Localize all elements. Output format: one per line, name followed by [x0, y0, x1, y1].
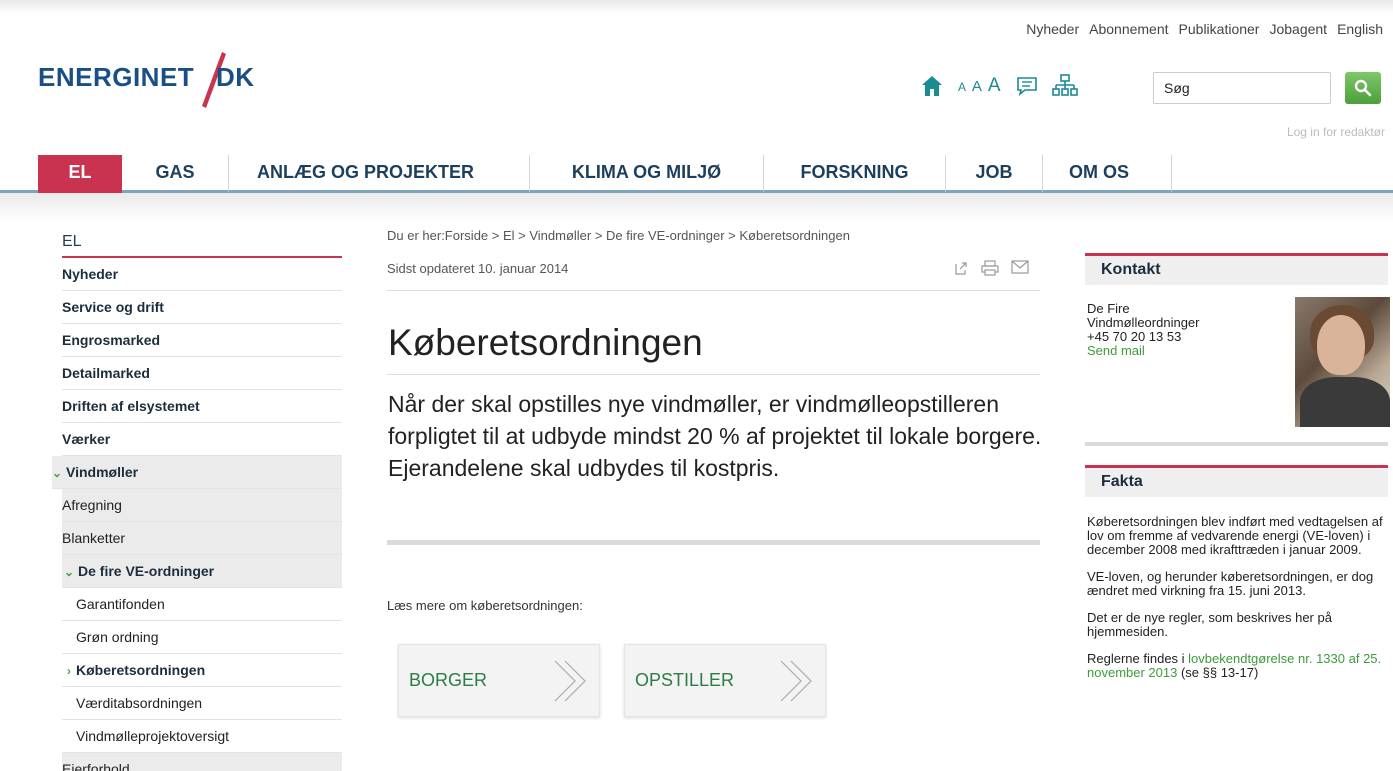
- utility-nav: Nyheder Abonnement Publikationer Jobagen…: [1026, 21, 1383, 37]
- photo-body: [1300, 377, 1390, 427]
- sidebar-item-blanketter[interactable]: Blanketter: [62, 522, 342, 555]
- tab-job[interactable]: JOB: [946, 155, 1043, 193]
- fakta-text-post: (se §§ 13-17): [1177, 665, 1259, 680]
- sidebar-item-engrosmarked[interactable]: Engrosmarked: [62, 324, 342, 357]
- login-link[interactable]: Log in for redaktør: [1287, 125, 1385, 139]
- sidebar-item-service-og-drift[interactable]: Service og drift: [62, 291, 342, 324]
- tool-icons: A A A: [920, 74, 1078, 98]
- share-icon[interactable]: [953, 260, 969, 276]
- fakta-text: Køberetsordningen blev indført med vedta…: [1087, 515, 1390, 693]
- search-icon: [1354, 79, 1372, 97]
- sidebar-item-de-fire-ve-ordninger[interactable]: ⌄ De fire VE-ordninger: [62, 555, 342, 588]
- tab-anlaeg-og-projekter[interactable]: ANLÆG OG PROJEKTER: [229, 155, 530, 193]
- main-nav: EL GAS ANLÆG OG PROJEKTER KLIMA OG MILJØ…: [0, 155, 1393, 193]
- tab-forskning[interactable]: FORSKNING: [764, 155, 946, 193]
- sidebar-item-label: Køberetsordningen: [76, 662, 206, 678]
- tab-gas[interactable]: GAS: [122, 155, 229, 193]
- sidebar-item-afregning[interactable]: Afregning: [62, 489, 342, 522]
- fakta-paragraph: Reglerne findes i lovbekendtgørelse nr. …: [1087, 652, 1390, 680]
- nav-spacer-right: [1172, 155, 1393, 193]
- tab-klima-og-miljoe[interactable]: KLIMA OG MILJØ: [530, 155, 764, 193]
- logo-text-left: ENERGINET: [38, 62, 195, 92]
- double-chevron-right-icon: [780, 660, 812, 702]
- sidebar-item-vindmoeller[interactable]: ⌄ Vindmøller: [52, 456, 342, 489]
- email-icon[interactable]: [1011, 260, 1029, 274]
- font-large[interactable]: A: [988, 75, 1002, 96]
- contact-phone: +45 70 20 13 53: [1087, 329, 1182, 344]
- lead-paragraph: Når der skal opstilles nye vindmøller, e…: [388, 391, 1042, 481]
- search-button[interactable]: [1345, 72, 1381, 104]
- read-more-label: Læs mere om køberetsordningen:: [387, 598, 583, 613]
- contact-line: De Fire: [1087, 301, 1130, 316]
- page: Nyheder Abonnement Publikationer Jobagen…: [0, 0, 1393, 771]
- borger-label: BORGER: [409, 670, 488, 690]
- fakta-paragraph: Det er de nye regler, som beskrives her …: [1087, 610, 1332, 639]
- link-english[interactable]: English: [1337, 21, 1383, 37]
- sidebar-item-vaerditabsordningen[interactable]: Værditabsordningen: [62, 687, 342, 720]
- fakta-paragraph: Køberetsordningen blev indført med vedta…: [1087, 514, 1383, 557]
- top-shadow: [0, 0, 1393, 14]
- sidebar-title: EL: [62, 233, 342, 258]
- sitemap-icon[interactable]: [1051, 74, 1078, 98]
- chevron-right-icon: ›: [67, 664, 71, 678]
- sidebar: EL Nyheder Service og drift Engrosmarked…: [52, 233, 342, 771]
- divider: [387, 374, 1040, 375]
- contact-line: Vindmølleordninger: [1087, 315, 1200, 330]
- contact-info: De Fire Vindmølleordninger +45 70 20 13 …: [1087, 302, 1287, 358]
- sidebar-item-label: De fire VE-ordninger: [78, 563, 215, 579]
- page-title: Køberetsordningen: [388, 322, 703, 363]
- font-size-control[interactable]: A A A: [958, 75, 1002, 97]
- link-abonnement[interactable]: Abonnement: [1089, 21, 1168, 37]
- divider-thick: [387, 540, 1040, 545]
- nav-shadow: [0, 193, 1393, 223]
- borger-button[interactable]: BORGER: [398, 644, 600, 717]
- search-input[interactable]: [1153, 72, 1331, 104]
- chevron-down-icon: ⌄: [52, 466, 63, 480]
- send-mail-link[interactable]: Send mail: [1087, 344, 1287, 358]
- sidebar-item-vaerker[interactable]: Værker: [62, 423, 342, 456]
- sidebar-item-garantifonden[interactable]: Garantifonden: [62, 588, 342, 621]
- last-updated: Sidst opdateret 10. januar 2014: [387, 261, 569, 276]
- article-tools: [953, 260, 1029, 276]
- nav-spacer-left: [0, 155, 38, 193]
- double-chevron-right-icon: [554, 660, 586, 702]
- sidebar-item-ejerforhold[interactable]: Ejerforhold: [62, 753, 342, 771]
- sidebar-item-driften[interactable]: Driften af elsystemet: [62, 390, 342, 423]
- sidebar-item-detailmarked[interactable]: Detailmarked: [62, 357, 342, 390]
- print-icon[interactable]: [981, 260, 999, 276]
- fakta-title: Fakta: [1085, 465, 1388, 497]
- photo-face: [1317, 315, 1365, 375]
- sidebar-item-vindmoelleprojektoversigt[interactable]: Vindmølleprojektoversigt: [62, 720, 342, 753]
- sidebar-item-koeberetsordningen[interactable]: › Køberetsordningen: [62, 654, 342, 687]
- comment-icon[interactable]: [1016, 76, 1038, 96]
- divider-thick: [1085, 442, 1388, 446]
- fakta-text-pre: Reglerne findes i: [1087, 651, 1189, 666]
- sidebar-item-groen-ordning[interactable]: Grøn ordning: [62, 621, 342, 654]
- tab-om-os[interactable]: OM OS: [1043, 155, 1172, 193]
- font-medium[interactable]: A: [972, 78, 983, 95]
- home-icon[interactable]: [920, 74, 944, 98]
- breadcrumb[interactable]: Du er her:Forside > El > Vindmøller > De…: [387, 228, 850, 243]
- tab-el[interactable]: EL: [38, 155, 122, 193]
- contact-photo: [1295, 297, 1390, 427]
- sidebar-item-label: Vindmøller: [66, 464, 139, 480]
- opstiller-label: OPSTILLER: [635, 670, 735, 690]
- logo[interactable]: ENERGINET DK: [38, 50, 278, 110]
- opstiller-button[interactable]: OPSTILLER: [624, 644, 826, 717]
- contact-title: Kontakt: [1085, 253, 1388, 285]
- fakta-paragraph: VE-loven, og herunder køberetsordningen,…: [1087, 569, 1374, 598]
- font-small[interactable]: A: [958, 80, 967, 94]
- link-jobagent[interactable]: Jobagent: [1269, 21, 1327, 37]
- link-nyheder[interactable]: Nyheder: [1026, 21, 1079, 37]
- chevron-down-icon: ⌄: [64, 565, 75, 579]
- divider: [387, 290, 1040, 291]
- sidebar-item-nyheder[interactable]: Nyheder: [62, 258, 342, 291]
- logo-text-right: DK: [216, 62, 255, 92]
- link-publikationer[interactable]: Publikationer: [1179, 21, 1260, 37]
